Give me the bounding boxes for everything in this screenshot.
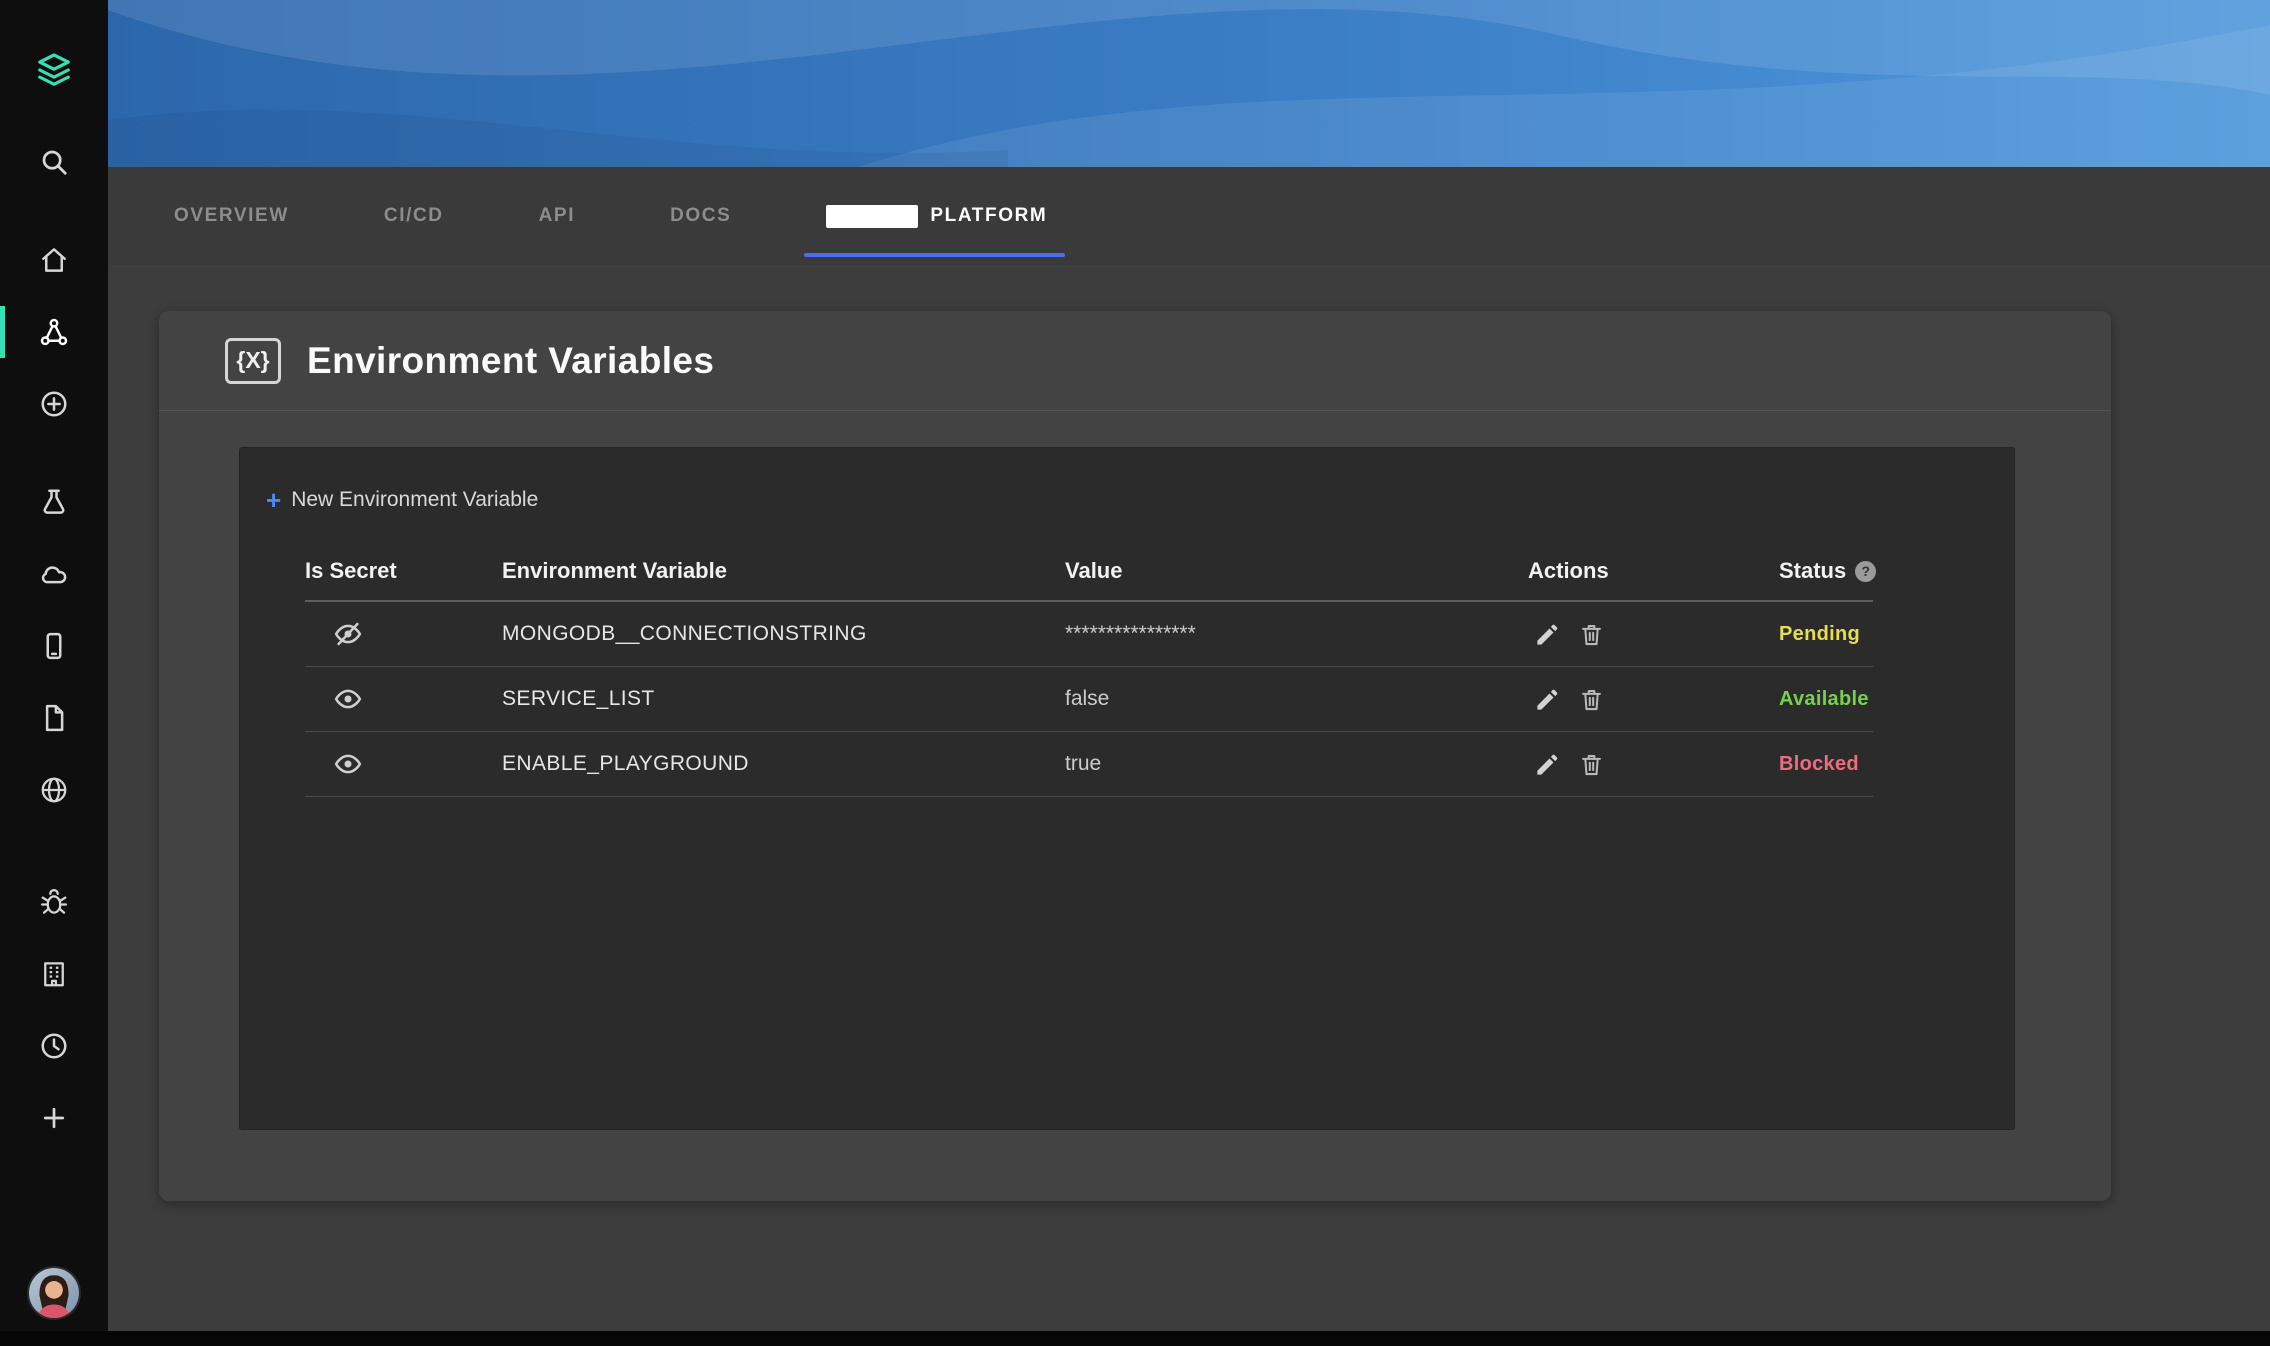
row-actions [1528,621,1779,648]
bug-icon [39,887,69,917]
file-icon [39,703,69,733]
status-help-icon[interactable]: ? [1855,561,1876,582]
secret-toggle[interactable] [305,619,502,649]
layers-logo-icon [35,51,73,89]
env-var-value: true [1065,752,1528,776]
page-title: Environment Variables [307,340,714,382]
platform-brand-logo [826,205,918,228]
sidebar-item-add[interactable] [0,1082,108,1154]
table-row: MONGODB__CONNECTIONSTRING **************… [305,602,1873,667]
tab-api[interactable]: API [539,167,575,265]
env-variables-table: Is Secret Environment Variable Value Act… [305,558,1873,797]
tab-cicd[interactable]: CI/CD [384,167,444,265]
sidebar-item-create[interactable] [0,368,108,440]
sidebar-item-history[interactable] [0,1010,108,1082]
header-status: Status ? [1779,558,1876,584]
env-var-name: MONGODB__CONNECTIONSTRING [502,622,1065,646]
env-var-name: ENABLE_PLAYGROUND [502,752,1065,776]
sidebar-item-home[interactable] [0,224,108,296]
table-row: ENABLE_PLAYGROUND true [305,732,1873,797]
plus-icon [39,1103,69,1133]
sidebar-item-search[interactable] [0,126,108,198]
row-actions [1528,751,1779,778]
sidebar-item-bugs[interactable] [0,866,108,938]
tab-label: CI/CD [384,205,444,227]
tab-label: OVERVIEW [174,205,289,227]
sidebar-item-mobile[interactable] [0,610,108,682]
card-header: {X} Environment Variables [159,311,2111,411]
flask-icon [39,487,69,517]
table-header-row: Is Secret Environment Variable Value Act… [305,558,1873,602]
edit-icon[interactable] [1534,686,1561,713]
sidebar-item-cloud[interactable] [0,538,108,610]
app-window: OVERVIEW CI/CD API DOCS PLATFORM {X} [0,0,2270,1346]
sidebar-item-workflow[interactable] [0,296,108,368]
search-icon [39,147,69,177]
env-var-value: false [1065,687,1528,711]
home-icon [39,245,69,275]
edit-icon[interactable] [1534,751,1561,778]
add-circle-icon [39,389,69,419]
tab-overview[interactable]: OVERVIEW [174,167,289,265]
new-variable-label: New Environment Variable [291,488,538,512]
sidebar [0,0,108,1346]
header-value: Value [1065,558,1528,584]
sidebar-item-experiments[interactable] [0,466,108,538]
app-logo[interactable] [0,34,108,106]
bottom-edge-bar [0,1331,2270,1346]
eye-icon [333,749,363,779]
header-is-secret: Is Secret [305,558,502,584]
tab-label: DOCS [670,205,731,227]
globe-icon [39,775,69,805]
mobile-icon [39,631,69,661]
eye-icon [333,684,363,714]
variable-icon: {X} [225,338,281,384]
delete-icon[interactable] [1578,686,1605,713]
tab-label: PLATFORM [930,205,1047,227]
tab-label: API [539,205,575,227]
plus-icon: + [266,490,281,510]
sidebar-item-web[interactable] [0,754,108,826]
edit-icon[interactable] [1534,621,1561,648]
environment-variables-card: {X} Environment Variables + New Environm… [159,311,2111,1201]
new-environment-variable-button[interactable]: + New Environment Variable [266,488,538,512]
env-var-value: **************** [1065,622,1528,646]
cloud-icon [39,559,69,589]
tab-docs[interactable]: DOCS [670,167,731,265]
row-actions [1528,686,1779,713]
content-area: {X} Environment Variables + New Environm… [108,265,2270,1346]
user-avatar[interactable] [27,1266,81,1320]
secret-toggle[interactable] [305,684,502,714]
sidebar-item-docs[interactable] [0,682,108,754]
avatar-image [29,1268,79,1318]
tab-platform[interactable]: PLATFORM [826,167,1047,265]
env-var-name: SERVICE_LIST [502,687,1065,711]
clock-icon [39,1031,69,1061]
sidebar-item-organization[interactable] [0,938,108,1010]
header-actions: Actions [1528,558,1779,584]
header-name: Environment Variable [502,558,1065,584]
eye-off-icon [333,619,363,649]
card-body: + New Environment Variable Is Secret Env… [159,411,2111,1130]
status-badge: Blocked [1779,753,1873,776]
delete-icon[interactable] [1578,751,1605,778]
workflow-icon [39,317,69,347]
header-banner [108,0,2270,167]
main-area: OVERVIEW CI/CD API DOCS PLATFORM {X} [108,0,2270,1346]
delete-icon[interactable] [1578,621,1605,648]
variables-panel: + New Environment Variable Is Secret Env… [239,447,2015,1130]
building-icon [39,959,69,989]
secret-toggle[interactable] [305,749,502,779]
status-badge: Available [1779,688,1873,711]
tab-bar: OVERVIEW CI/CD API DOCS PLATFORM [108,167,2270,265]
table-row: SERVICE_LIST false [305,667,1873,732]
status-badge: Pending [1779,623,1873,646]
banner-waves-graphic [108,0,2270,167]
